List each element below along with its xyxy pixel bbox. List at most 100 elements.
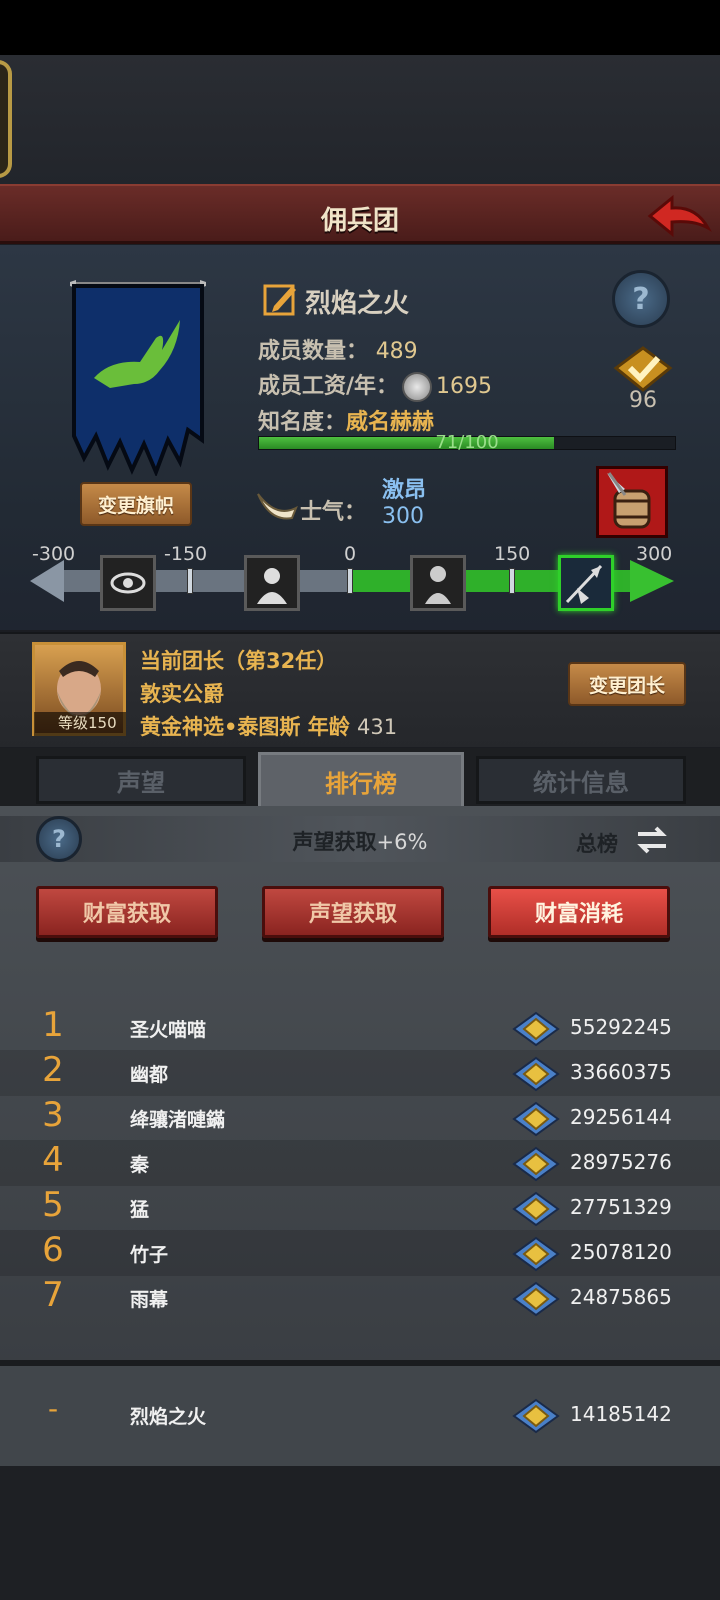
value-cell: 24875865 [570,1285,672,1309]
guild-name-cell: 圣火喵喵 [130,1019,207,1041]
value-cell: 55292245 [570,1015,672,1039]
value-cell: 25078120 [570,1240,672,1264]
title-bar: 佣兵团 [0,184,720,244]
badge-value: 96 [629,388,657,413]
gem-icon [512,1236,560,1272]
value-cell: 27751329 [570,1195,672,1219]
leader-name: 黄金神选•泰图斯 [140,715,301,739]
rank-number: 6 [42,1230,64,1270]
own-guild-row: - 烈焰之火 14185142 [0,1366,720,1466]
gem-icon [512,1146,560,1182]
tab-statistics[interactable]: 统计信息 [476,756,686,804]
salary-value: 1695 [436,374,493,399]
morale-scale-left-arrow [30,560,64,602]
rank-number: 3 [42,1095,64,1135]
morale-tick-label: 300 [636,543,673,565]
mood-despair-icon[interactable] [100,555,156,611]
salary-label: 成员工资/年： [258,374,399,399]
value-cell: 29256144 [570,1105,672,1129]
filter-wealth-spend-button[interactable]: 财富消耗 [488,886,670,938]
edit-name-icon[interactable] [262,280,300,318]
morale-tick-label: -150 [164,543,208,565]
side-frame-ornament [0,60,12,178]
subtitle-main: 声望获取 [292,830,377,854]
morale-barrel-button[interactable] [596,466,668,538]
rank-number: 5 [42,1185,64,1225]
table-row[interactable]: 4 秦 28975276 [0,1140,720,1186]
leader-age: 431 [357,715,398,739]
own-guild-value: 14185142 [570,1402,672,1426]
table-row[interactable]: 1 圣火喵喵 55292245 [0,1005,720,1051]
guild-badge[interactable]: 96 [612,346,674,418]
morale-tick [187,568,193,594]
back-arrow-icon[interactable] [646,192,712,240]
fame-progress-text: 71/100 [435,432,499,453]
silver-coin-icon [402,372,433,402]
change-banner-button[interactable]: 变更旗帜 [80,482,192,526]
check-badge-icon [613,346,673,392]
change-leader-button[interactable]: 变更团长 [568,662,686,706]
mood-sad-icon[interactable] [244,555,300,611]
morale-tick [347,568,353,594]
morale-tick-label: 150 [494,543,531,565]
own-rank: - [47,1392,59,1425]
rank-number: 2 [42,1050,64,1090]
guild-name-cell: 雨幕 [130,1289,169,1311]
tab-leaderboard[interactable]: 排行榜 [258,752,464,808]
fame-progress-bar: 71/100 [258,432,676,453]
morale-value: 300 [382,504,424,529]
table-row[interactable]: 5 猛 27751329 [0,1185,720,1231]
war-horn-icon [257,493,298,520]
table-row[interactable]: 2 幽都 33660375 [0,1050,720,1096]
guild-name-cell: 绛骧渚嗹鏋 [130,1109,226,1131]
status-bar [0,0,720,55]
table-row[interactable]: 6 竹子 25078120 [0,1230,720,1276]
rank-number: 1 [42,1005,64,1045]
guild-name-cell: 秦 [130,1154,150,1176]
gem-icon [512,1056,560,1092]
page-title: 佣兵团 [320,206,399,236]
mood-calm-icon[interactable] [410,555,466,611]
gem-icon [512,1281,560,1317]
leader-name-row: 黄金神选•泰图斯 年龄 431 [140,711,397,741]
own-guild-name: 烈焰之火 [130,1406,207,1428]
value-cell: 33660375 [570,1060,672,1084]
barrel-icon [607,472,651,529]
filter-reputation-gain-button[interactable]: 声望获取 [262,886,444,938]
table-row[interactable]: 7 雨幕 24875865 [0,1275,720,1321]
scope-label[interactable]: 总榜 [576,828,618,858]
leader-age-label: 年龄 [307,715,350,739]
mood-excited-icon[interactable] [558,555,614,611]
table-row[interactable]: 3 绛骧渚嗹鏋 29256144 [0,1095,720,1141]
morale-state: 激昂 [382,478,427,503]
rank-number: 7 [42,1275,64,1315]
leader-rank: 敦实公爵 [140,682,224,706]
member-count-row: 成员数量： 489 [258,333,418,365]
gem-icon [512,1011,560,1047]
morale-label: 士气： [300,500,367,525]
morale-tick [509,568,515,594]
guild-banner [70,280,206,476]
member-count-label: 成员数量： [258,339,369,364]
swap-icon[interactable] [634,822,670,858]
guild-name-cell: 竹子 [130,1244,169,1266]
morale-scale-right-arrow [630,560,674,602]
salary-row: 成员工资/年： 1695 [258,368,492,402]
bottom-area [0,1466,720,1600]
top-area [0,55,720,185]
leader-title: 当前团长（第32任） [140,645,337,675]
help-button[interactable]: ? [612,270,670,328]
filter-wealth-gain-button[interactable]: 财富获取 [36,886,218,938]
subtitle-bonus: +6% [376,830,428,854]
gem-icon [512,1191,560,1227]
morale-tick-label: 0 [344,543,357,565]
gem-icon [512,1101,560,1137]
leader-level-tag: 等级150 [34,712,126,736]
member-count-value: 489 [375,339,418,364]
value-cell: 28975276 [570,1150,672,1174]
rank-number: 4 [42,1140,64,1180]
morale-tick-label: -300 [32,543,76,565]
tab-reputation[interactable]: 声望 [36,756,246,804]
leader-title-text: 当前团长（第32任） [140,649,338,673]
guild-name-cell: 猛 [130,1199,150,1221]
